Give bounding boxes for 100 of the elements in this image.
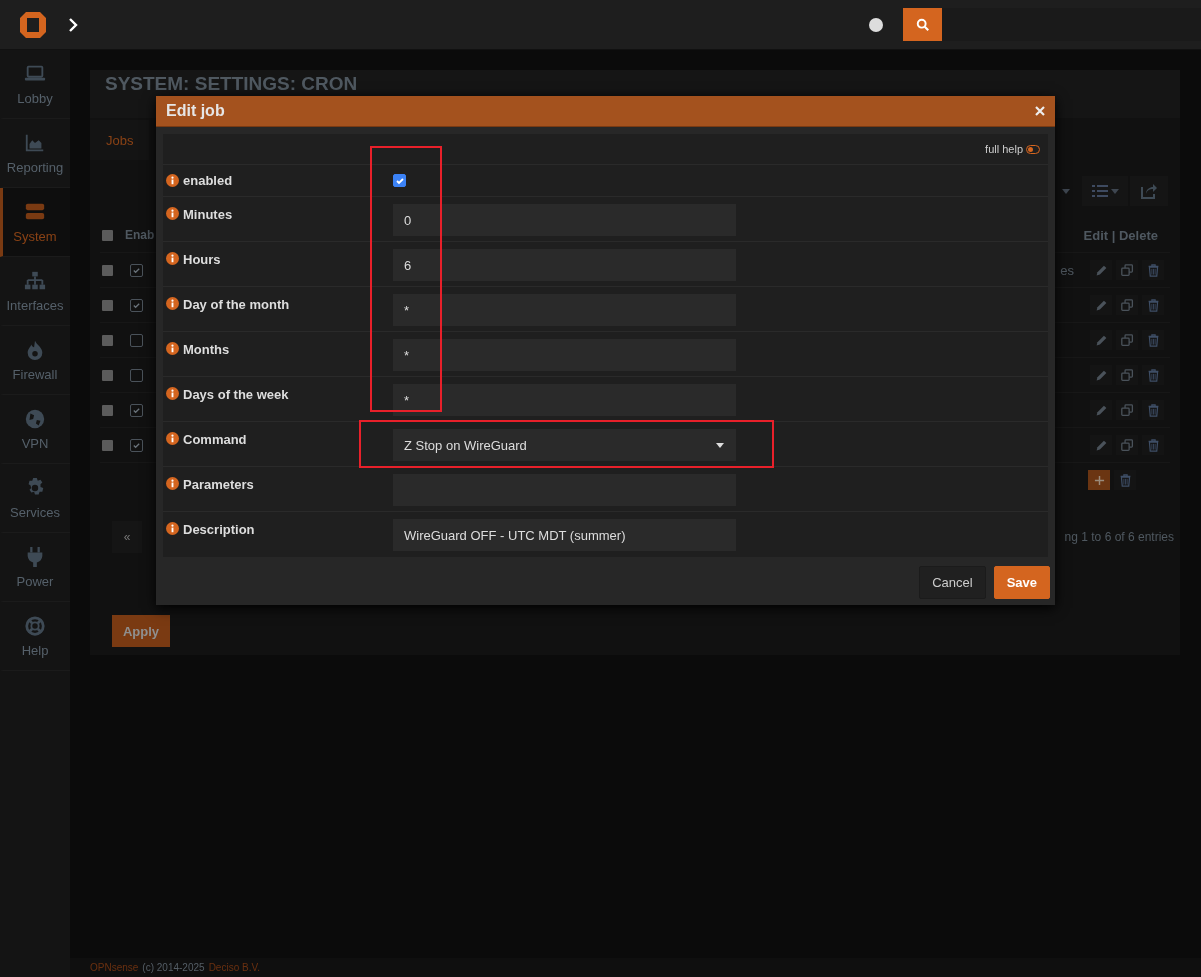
row-select-checkbox[interactable]	[102, 404, 113, 416]
enabled-checkbox[interactable]	[130, 403, 143, 417]
row-select-checkbox[interactable]	[102, 334, 113, 346]
info-icon[interactable]	[166, 522, 179, 535]
sidebar-item[interactable]: System	[0, 188, 70, 257]
sidebar-item[interactable]: Firewall	[0, 326, 70, 395]
search-button[interactable]	[903, 8, 942, 41]
copy-icon	[1120, 298, 1134, 312]
sidebar-item[interactable]: Interfaces	[0, 257, 70, 326]
info-icon[interactable]	[166, 342, 179, 355]
input-field[interactable]: *	[393, 294, 736, 326]
table-cell: es	[1060, 262, 1074, 278]
enabled-checkbox[interactable]	[130, 368, 143, 382]
check-icon	[132, 440, 141, 450]
pencil-icon	[1094, 333, 1108, 347]
field-label: Parameters	[183, 477, 254, 492]
info-icon[interactable]	[166, 477, 179, 490]
sidebar-item[interactable]: Services	[0, 464, 70, 533]
row-select-checkbox[interactable]	[102, 299, 113, 311]
field-label: enabled	[183, 173, 233, 188]
column-header: Edit | Delete	[1083, 227, 1158, 243]
check-icon	[132, 265, 141, 275]
row-select-checkbox[interactable]	[102, 369, 113, 381]
pencil-icon	[1094, 263, 1108, 277]
trash-icon	[1146, 368, 1160, 382]
caret-down-icon	[716, 442, 724, 448]
cancel-button[interactable]: Cancel	[919, 566, 986, 599]
caret-down-icon	[1062, 188, 1070, 194]
field-label: Minutes	[183, 207, 233, 222]
copy-icon	[1120, 263, 1134, 277]
check-icon	[394, 175, 405, 186]
export-button[interactable]	[1130, 176, 1168, 206]
input-field[interactable]: 6	[393, 249, 736, 281]
brand-link[interactable]: OPNsense	[90, 962, 139, 973]
page-title: SYSTEM: SETTINGS: CRON	[105, 73, 358, 95]
info-icon[interactable]	[166, 174, 179, 187]
copy-icon	[1120, 368, 1134, 382]
chevron-right-icon[interactable]	[68, 17, 78, 32]
field-label: Months	[183, 342, 230, 357]
info-icon[interactable]	[166, 432, 179, 445]
enabled-checkbox[interactable]	[130, 298, 143, 312]
info-icon[interactable]	[166, 387, 179, 400]
globe-icon	[24, 407, 46, 430]
field-label: Description	[183, 522, 255, 537]
enabled-checkbox[interactable]	[130, 438, 143, 452]
apply-button[interactable]: Apply	[112, 615, 170, 647]
save-button[interactable]: Save	[993, 566, 1050, 599]
trash-icon	[1118, 473, 1132, 487]
sidebar-item[interactable]: Help	[0, 602, 70, 671]
copyright-text: (c) 2014-2025	[142, 962, 205, 973]
select-all-checkbox[interactable]	[102, 229, 113, 241]
row-select-checkbox[interactable]	[102, 439, 113, 451]
search-field[interactable]	[942, 8, 1201, 41]
caret-down-icon	[1110, 188, 1119, 194]
trash-icon	[1146, 298, 1160, 312]
copy-icon	[1120, 438, 1134, 452]
sidebar-item[interactable]: VPN	[0, 395, 70, 464]
pencil-icon	[1094, 438, 1108, 452]
copy-icon	[1120, 333, 1134, 347]
row-select-checkbox[interactable]	[102, 264, 113, 276]
close-button[interactable]	[1035, 106, 1045, 116]
input-field[interactable]: WireGuard OFF - UTC MDT (summer)	[393, 519, 736, 551]
dialog-title: Edit job	[166, 102, 225, 120]
info-icon[interactable]	[166, 252, 179, 265]
input-field[interactable]: *	[393, 339, 736, 371]
copy-icon	[1120, 403, 1134, 417]
enabled-checkbox[interactable]	[130, 263, 143, 277]
field-label: Hours	[183, 252, 221, 267]
field-label: Day of the month	[183, 297, 290, 312]
pencil-icon	[1094, 368, 1108, 382]
check-icon	[132, 300, 141, 310]
columns-button[interactable]	[1082, 176, 1128, 206]
company-link[interactable]: Deciso B.V.	[208, 962, 260, 973]
enabled-checkbox[interactable]	[130, 333, 143, 347]
pencil-icon	[1094, 298, 1108, 312]
sidebar-item[interactable]: Power	[0, 533, 70, 602]
lifebuoy-icon	[24, 614, 46, 637]
column-header: Enab	[125, 228, 155, 242]
info-icon[interactable]	[166, 297, 179, 310]
entries-info: ng 1 to 6 of 6 entries	[1064, 530, 1174, 544]
check-icon	[132, 405, 141, 415]
trash-icon	[1146, 263, 1160, 277]
plus-icon	[1093, 474, 1105, 486]
status-dot-icon	[869, 17, 883, 32]
field-label: Days of the week	[183, 387, 289, 402]
info-icon[interactable]	[166, 207, 179, 220]
select-field[interactable]: Z Stop on WireGuard	[393, 429, 736, 461]
close-icon	[1035, 106, 1045, 116]
network-icon	[24, 269, 46, 292]
field-label: Command	[183, 432, 247, 447]
full-help-label: full help	[985, 143, 1023, 155]
input-field[interactable]: 0	[393, 204, 736, 236]
add-button[interactable]	[1088, 470, 1110, 490]
pencil-icon	[1094, 403, 1108, 417]
input-field[interactable]: *	[393, 384, 736, 416]
sidebar-item[interactable]: Lobby	[0, 50, 70, 119]
first-page-button[interactable]: «	[112, 521, 142, 553]
enabled-checkbox[interactable]	[393, 174, 406, 187]
logo-icon	[18, 9, 48, 40]
trash-icon	[1146, 438, 1160, 452]
